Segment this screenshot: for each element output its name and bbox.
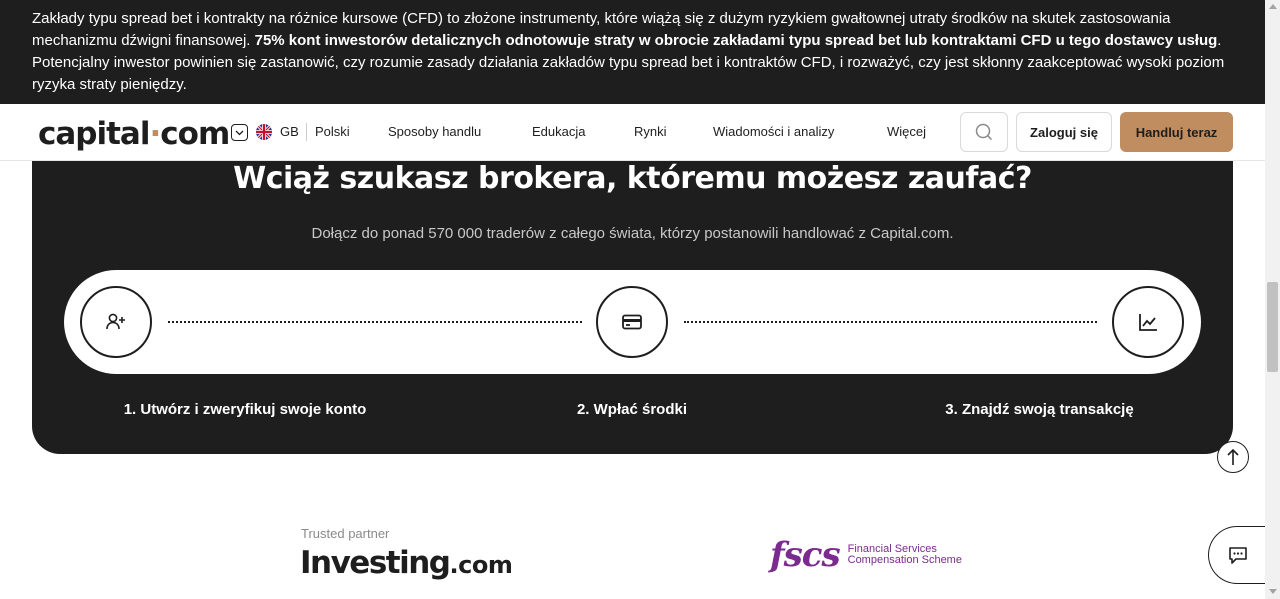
step-1-label: 1. Utwórz i zweryfikuj swoje konto: [123, 401, 367, 418]
scrollbar-up-arrow-icon[interactable]: [1269, 4, 1277, 9]
step-2-circle: [596, 286, 668, 358]
fscs-logo[interactable]: fscs Financial Services Compensation Sch…: [770, 535, 962, 575]
main-navbar: capital·com GB Polski Sposoby handlu Edu…: [0, 104, 1265, 161]
risk-warning-banner: Zakłady typu spread bet i kontrakty na r…: [0, 0, 1265, 104]
nav-news-analysis[interactable]: Wiadomości i analizy: [713, 124, 834, 139]
scrollbar-down-arrow-icon[interactable]: [1269, 589, 1277, 594]
chart-line-icon: [1139, 314, 1157, 331]
investing-logo-main: Investing: [300, 545, 451, 581]
nav-ways-to-trade[interactable]: Sposoby handlu: [388, 124, 481, 139]
chat-bubble-icon: [1229, 547, 1247, 564]
nav-education[interactable]: Edukacja: [532, 124, 585, 139]
fscs-mark: fscs: [770, 535, 841, 575]
broker-cta-card: Wciąż szukasz brokera, któremu możesz za…: [32, 161, 1233, 454]
fscs-line-2: Compensation Scheme: [847, 554, 962, 566]
uk-flag-icon: [256, 124, 272, 140]
language-name[interactable]: Polski: [315, 124, 350, 139]
search-icon: [975, 123, 993, 141]
login-button[interactable]: Zaloguj się: [1016, 112, 1112, 152]
scroll-to-top-button[interactable]: [1217, 441, 1249, 473]
logo-dot: ·: [149, 116, 161, 152]
capital-logo[interactable]: capital·com: [38, 116, 230, 152]
search-button[interactable]: [960, 112, 1008, 152]
cta-subtitle: Dołącz do ponad 570 000 traderów z całeg…: [311, 225, 954, 242]
add-user-icon: [106, 313, 125, 330]
scrollbar-thumb[interactable]: [1267, 282, 1278, 372]
step-2-label: 2. Wpłać środki: [576, 401, 688, 418]
logo-text-right: com: [160, 116, 230, 152]
arrow-up-icon: [1227, 448, 1239, 465]
step-connector-1: [168, 321, 582, 323]
step-connector-2: [684, 321, 1097, 323]
credit-card-icon: [622, 314, 642, 330]
steps-progress-bar: [64, 270, 1201, 374]
step-1-circle: [80, 286, 152, 358]
trusted-partner-label: Trusted partner: [301, 526, 390, 541]
nav-more[interactable]: Więcej: [887, 124, 926, 139]
live-chat-button[interactable]: [1208, 526, 1268, 584]
fscs-full-name: Financial Services Compensation Scheme: [848, 544, 962, 566]
nav-markets[interactable]: Rynki: [634, 124, 667, 139]
investing-com-logo[interactable]: Investing.com: [300, 545, 513, 581]
investing-logo-suffix: .com: [449, 551, 513, 579]
step-3-label: 3. Znajdź swoją transakcję: [945, 401, 1134, 418]
region-code[interactable]: GB: [280, 124, 299, 139]
cta-title: Wciąż szukasz brokera, któremu możesz za…: [233, 161, 1032, 196]
trade-now-button[interactable]: Handluj teraz: [1120, 112, 1233, 152]
language-dropdown-chevron-icon[interactable]: [231, 124, 248, 141]
step-3-circle: [1112, 286, 1184, 358]
risk-text-bold: 75% kont inwestorów detalicznych odnotow…: [254, 32, 1218, 49]
logo-text-left: capital: [38, 116, 150, 152]
language-divider: [306, 123, 307, 141]
